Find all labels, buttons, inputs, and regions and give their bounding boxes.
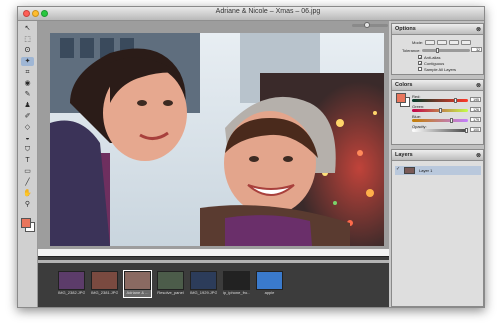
green-value-field[interactable]: 126 <box>470 107 481 112</box>
filmstrip-resize-handle[interactable] <box>38 260 389 263</box>
photo-image <box>50 33 384 246</box>
tools-palette: ↖ ⬚ ʘ ✦ ⌗ ◉ ✎ ♟ ✐ ◇ ◒ ⛉ T ▭ ╱ ✋ ⚲ <box>18 21 38 307</box>
sample-all-layers-checkbox[interactable] <box>418 67 422 71</box>
thumb-caption: apple <box>264 290 275 295</box>
thumb-image <box>58 271 85 290</box>
opacity-value-field[interactable]: 100 <box>470 127 481 132</box>
colors-panel-title: Colors <box>395 82 413 88</box>
filmstrip-thumb[interactable]: ip_iphone_fro... <box>223 271 250 297</box>
thumb-image <box>157 271 184 290</box>
tolerance-label: Tolerance: <box>402 48 421 53</box>
thumb-caption: ip_iphone_fro... <box>223 290 250 295</box>
tolerance-slider-knob[interactable] <box>436 48 439 53</box>
anti-alias-label: Anti-alias <box>424 55 441 60</box>
filmstrip-thumb[interactable]: IMG_1929.JPG <box>190 271 217 297</box>
marquee-tool-icon[interactable]: ⬚ <box>21 35 34 44</box>
layer-thumbnail <box>404 167 415 174</box>
mode-intersect-button[interactable] <box>461 40 471 45</box>
thumb-caption: IMG_1929.JPG <box>190 290 217 295</box>
zoom-window-button[interactable] <box>41 10 48 17</box>
options-panel-title: Options <box>395 26 416 32</box>
arrow-tool-icon[interactable]: ↖ <box>21 24 34 33</box>
red-value-field[interactable]: 195 <box>470 97 481 102</box>
blue-slider[interactable] <box>412 119 468 122</box>
window-title: Adriane & Nicole – Xmas – 06.jpg <box>215 8 321 15</box>
shape-tool-icon[interactable]: ▭ <box>21 167 34 176</box>
right-panels: Options ⊗ Mode: Tolerance: 32 ✓ Anti-ali… <box>391 21 484 307</box>
close-icon[interactable]: ⊗ <box>476 25 481 35</box>
mode-subtract-button[interactable] <box>449 40 459 45</box>
thumb-caption: IMG_2382.JPG <box>58 290 85 295</box>
zoom-tool-icon[interactable]: ⚲ <box>21 200 34 209</box>
thumb-image <box>256 271 283 290</box>
thumb-caption: IMG_2381.JPG <box>91 290 118 295</box>
thumb-caption: Adriane & ... <box>126 290 149 295</box>
canvas-status-strip <box>38 249 389 256</box>
brush-tool-icon[interactable]: ✐ <box>21 112 34 121</box>
mode-label: Mode: <box>412 40 424 45</box>
foreground-color-swatch[interactable] <box>21 218 31 228</box>
opacity-slider[interactable] <box>412 129 468 132</box>
zoom-slider-knob[interactable] <box>364 22 370 28</box>
pencil-tool-icon[interactable]: ✎ <box>21 90 34 99</box>
dodge-tool-icon[interactable]: ◒ <box>21 134 34 143</box>
options-panel-header[interactable]: Options ⊗ <box>392 24 483 35</box>
opacity-slider-knob[interactable] <box>465 128 468 133</box>
filmstrip-thumb[interactable]: IMG_2381.JPG <box>91 271 118 297</box>
close-window-button[interactable] <box>23 10 30 17</box>
filmstrip-thumb-selected[interactable]: Adriane & ... <box>123 270 152 298</box>
sample-all-layers-label: Sample All Layers <box>424 67 457 72</box>
options-panel: Options ⊗ Mode: Tolerance: 32 ✓ Anti-ali… <box>391 23 484 75</box>
thumb-image <box>91 271 118 290</box>
filmstrip-thumb[interactable]: IMG_2382.JPG <box>58 271 85 297</box>
minimize-window-button[interactable] <box>32 10 39 17</box>
blue-slider-knob[interactable] <box>450 118 453 123</box>
layer-name: Layer 1 <box>419 168 433 173</box>
tolerance-value-field[interactable]: 32 <box>471 47 482 52</box>
layers-panel-header[interactable]: Layers ⊗ <box>392 150 483 161</box>
red-slider-knob[interactable] <box>454 98 457 103</box>
mode-add-button[interactable] <box>437 40 447 45</box>
app-window: Adriane & Nicole – Xmas – 06.jpg ↖ ⬚ ʘ ✦… <box>17 6 485 308</box>
mode-replace-button[interactable] <box>425 40 435 45</box>
title-bar[interactable]: Adriane & Nicole – Xmas – 06.jpg <box>18 7 484 21</box>
bucket-tool-icon[interactable]: ⛉ <box>21 145 34 154</box>
thumb-image <box>124 271 151 290</box>
close-icon[interactable]: ⊗ <box>476 81 481 91</box>
thumb-image <box>223 271 250 290</box>
hand-tool-icon[interactable]: ✋ <box>21 189 34 198</box>
crop-tool-icon[interactable]: ⌗ <box>21 68 34 77</box>
contiguous-label: Contiguous <box>424 61 445 66</box>
colors-panel-header[interactable]: Colors ⊗ <box>392 80 483 91</box>
anti-alias-checkbox[interactable]: ✓ <box>418 55 422 60</box>
lasso-tool-icon[interactable]: ʘ <box>21 46 34 55</box>
zoom-slider[interactable] <box>352 24 388 27</box>
red-slider[interactable] <box>412 99 468 102</box>
layers-panel-title: Layers <box>395 152 413 158</box>
thumb-image <box>190 271 217 290</box>
red-eye-tool-icon[interactable]: ◉ <box>21 79 34 88</box>
magic-wand-icon[interactable]: ✦ <box>21 57 34 66</box>
layers-panel: Layers ⊗ ✓ Layer 1 <box>391 149 484 307</box>
colors-panel: Colors ⊗ Red: 195 Green: 126 Blue: 179 O… <box>391 79 484 145</box>
eyedropper-tool-icon[interactable]: ╱ <box>21 178 34 187</box>
thumb-caption: Resolve_panel <box>157 290 184 295</box>
stamp-tool-icon[interactable]: ♟ <box>21 101 34 110</box>
text-tool-icon[interactable]: T <box>21 156 34 165</box>
colors-foreground-swatch[interactable] <box>396 93 406 103</box>
close-icon[interactable]: ⊗ <box>476 151 481 161</box>
layer-row[interactable]: ✓ Layer 1 <box>395 166 481 175</box>
tolerance-slider[interactable] <box>422 49 470 52</box>
eraser-tool-icon[interactable]: ◇ <box>21 123 34 132</box>
blue-value-field[interactable]: 179 <box>470 117 481 122</box>
filmstrip-thumb[interactable]: Resolve_panel <box>157 271 184 297</box>
canvas-area[interactable] <box>38 21 389 256</box>
filmstrip-thumb[interactable]: apple <box>256 271 283 297</box>
visibility-check-icon[interactable]: ✓ <box>396 167 401 172</box>
green-slider-knob[interactable] <box>439 108 442 113</box>
photo-canvas[interactable] <box>50 33 384 246</box>
contiguous-checkbox[interactable]: ✓ <box>418 61 422 66</box>
filmstrip: IMG_2382.JPG IMG_2381.JPG Adriane & ... … <box>38 256 389 307</box>
